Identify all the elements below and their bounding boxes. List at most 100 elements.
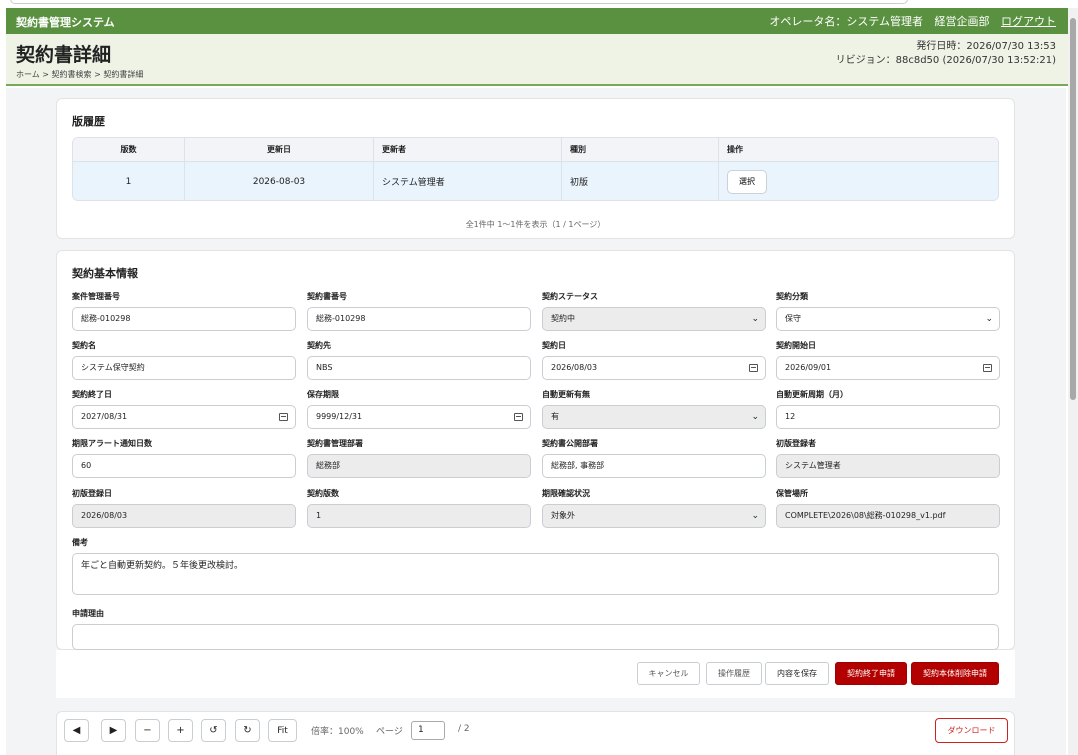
logout-link[interactable]: ログアウト: [1001, 15, 1056, 28]
department-name: 経営企画部: [934, 15, 990, 28]
rotate-left-button[interactable]: ↺: [201, 719, 226, 742]
field-label: 期限アラート通知日数: [72, 439, 152, 448]
contract-version-value: 1: [307, 504, 531, 528]
page-title: 契約書詳細: [16, 44, 112, 66]
field-label: 契約先: [307, 341, 331, 350]
operator-name: オペレータ名：システム管理者: [769, 15, 923, 28]
page-scrollbar[interactable]: [1068, 8, 1078, 755]
contract-status-select[interactable]: 契約中 ⌄: [542, 307, 766, 331]
date-value: 2026/09/01: [785, 363, 832, 372]
contract-category-select[interactable]: 保守 ⌄: [776, 307, 1000, 331]
pager-info: 全1件中 1〜1件を表示（1 / 1ページ）: [465, 220, 606, 229]
field-label: 契約書公開部署: [542, 439, 598, 448]
retention-limit-input[interactable]: 9999/12/31: [307, 405, 531, 429]
prev-page-button[interactable]: ◀: [64, 719, 89, 742]
expiry-check-select[interactable]: 対象外 ⌄: [542, 504, 766, 528]
column-header: 種別: [562, 138, 719, 161]
field-label: 初版登録者: [776, 439, 816, 448]
field-contract-status: 契約ステータス 契約中 ⌄: [542, 291, 766, 331]
system-name: 契約書管理システム: [16, 16, 115, 29]
version-history-card: 版履歴 版数 更新日 更新者 種別 操作 1 2026-08-03 システム管理…: [56, 98, 1015, 239]
select-button[interactable]: 選択: [727, 169, 767, 194]
field-contract-date: 契約日 2026/08/03: [542, 340, 766, 380]
next-page-button[interactable]: ▶: [101, 719, 126, 742]
field-label: 契約書管理部署: [307, 439, 363, 448]
auto-renew-select[interactable]: 有 ⌄: [542, 405, 766, 429]
field-counterparty: 契約先 NBS: [307, 340, 531, 380]
field-contract-name: 契約名 システム保守契約: [72, 340, 296, 380]
main-content: 版履歴 版数 更新日 更新者 種別 操作 1 2026-08-03 システム管理…: [6, 88, 1066, 755]
date-value: 9999/12/31: [316, 412, 363, 421]
action-bar: キャンセル 操作履歴 内容を保存 契約終了申請 契約本体削除申請: [56, 650, 1015, 698]
kind-cell: 初版: [562, 162, 719, 200]
field-label: 保存期限: [307, 390, 339, 399]
chevron-down-icon: ⌄: [751, 511, 759, 521]
updated-cell: 2026-08-03: [185, 162, 374, 200]
cancel-button[interactable]: キャンセル: [637, 662, 700, 685]
operation-history-button[interactable]: 操作履歴: [706, 662, 762, 685]
remarks-textarea[interactable]: 年ごと自動更新契約。５年後更改検討。: [72, 553, 999, 595]
end-request-button[interactable]: 契約終了申請: [835, 662, 907, 685]
field-label: 契約名: [72, 341, 96, 350]
field-retention-limit: 保存期限 9999/12/31: [307, 389, 531, 429]
field-public-dept: 契約書公開部署 総務部, 事務部: [542, 438, 766, 478]
contract-name-input[interactable]: システム保守契約: [72, 356, 296, 380]
field-contract-category: 契約分類 保守 ⌄: [776, 291, 1000, 331]
select-value: 保守: [785, 314, 801, 323]
zoom-in-button[interactable]: +: [168, 719, 193, 742]
renew-cycle-input[interactable]: 12: [776, 405, 1000, 429]
table-header: 版数 更新日 更新者 種別 操作: [73, 138, 998, 162]
breadcrumb[interactable]: ホーム > 契約書検索 > 契約書詳細: [16, 69, 143, 80]
page-number-input[interactable]: 1: [411, 721, 445, 740]
contract-number-input[interactable]: 総務-010298: [307, 307, 531, 331]
storage-location-value: COMPLETE\2026\08\総務-010298_v1.pdf: [776, 504, 1000, 528]
save-button[interactable]: 内容を保存: [765, 662, 829, 685]
updater-cell: システム管理者: [374, 162, 562, 200]
field-first-registered-date: 初版登録日 2026/08/03: [72, 488, 296, 528]
field-renew-cycle: 自動更新周期（月） 12: [776, 389, 1000, 429]
field-label: 自動更新有無: [542, 390, 590, 399]
public-dept-input[interactable]: 総務部, 事務部: [542, 454, 766, 478]
date-value: 2026/08/03: [551, 363, 598, 372]
field-label: 契約日: [542, 341, 566, 350]
download-button[interactable]: ダウンロード: [935, 718, 1008, 743]
field-request-reason: 申請理由: [72, 608, 999, 650]
calendar-icon[interactable]: [514, 413, 523, 421]
page-label: ページ: [376, 727, 403, 737]
table-row[interactable]: 1 2026-08-03 システム管理者 初版 選択: [73, 162, 998, 200]
column-header: 更新日: [185, 138, 374, 161]
field-label: 契約書番号: [307, 292, 347, 301]
zoom-out-button[interactable]: −: [135, 719, 160, 742]
browser-address-area: [0, 0, 1078, 8]
request-reason-textarea[interactable]: [72, 624, 999, 650]
pdf-viewer-toolbar: ◀ ▶ − + ↺ ↻ Fit 倍率：100% ページ 1 / 2 ダウンロード: [56, 711, 1015, 755]
chevron-down-icon: ⌄: [985, 314, 993, 324]
start-date-input[interactable]: 2026/09/01: [776, 356, 1000, 380]
rotate-right-button[interactable]: ↻: [235, 719, 260, 742]
case-number-input[interactable]: 総務-010298: [72, 307, 296, 331]
field-label: 備考: [72, 538, 88, 547]
address-bar[interactable]: [10, 0, 908, 4]
version-history-title: 版履歴: [72, 115, 105, 128]
chevron-down-icon: ⌄: [751, 314, 759, 324]
field-contract-number: 契約書番号 総務-010298: [307, 291, 531, 331]
end-date-input[interactable]: 2027/08/31: [72, 405, 296, 429]
app-header: 契約書管理システム オペレータ名：システム管理者 経営企画部 ログアウト: [6, 8, 1068, 34]
page-meta: 発行日時：2026/07/30 13:53 リビジョン：88c8d50 (202…: [836, 40, 1056, 68]
calendar-icon[interactable]: [749, 364, 758, 372]
field-first-registrant: 初版登録者 システム管理者: [776, 438, 1000, 478]
delete-request-button[interactable]: 契約本体削除申請: [911, 662, 999, 685]
revision-info: リビジョン：88c8d50 (2026/07/30 13:52:21): [835, 55, 1056, 66]
page-total: / 2: [458, 724, 470, 734]
scrollbar-thumb[interactable]: [1070, 18, 1076, 400]
calendar-icon[interactable]: [279, 413, 288, 421]
column-header: 操作: [727, 145, 743, 154]
alert-days-input[interactable]: 60: [72, 454, 296, 478]
field-label: 契約ステータス: [542, 292, 598, 301]
contract-date-input[interactable]: 2026/08/03: [542, 356, 766, 380]
counterparty-input[interactable]: NBS: [307, 356, 531, 380]
fit-button[interactable]: Fit: [268, 719, 297, 742]
field-auto-renew: 自動更新有無 有 ⌄: [542, 389, 766, 429]
calendar-icon[interactable]: [983, 364, 992, 372]
select-value: 契約中: [551, 314, 575, 323]
